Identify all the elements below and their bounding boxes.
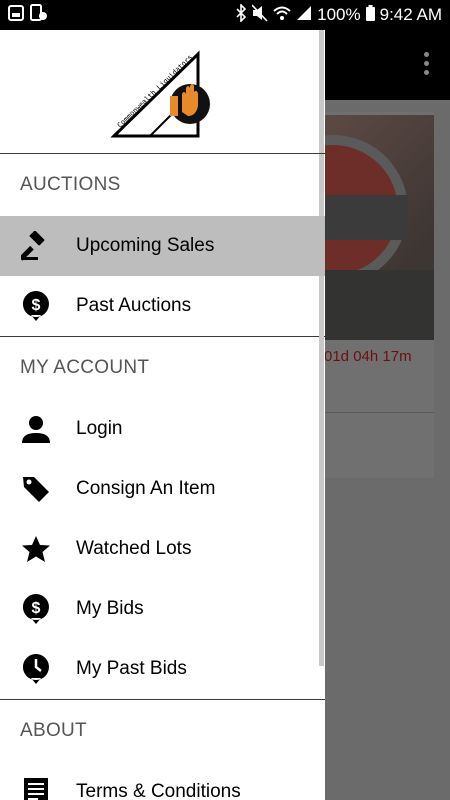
nav-item-label: Consign An Item bbox=[76, 478, 216, 499]
svg-text:$: $ bbox=[32, 600, 41, 617]
overflow-menu-icon[interactable] bbox=[424, 52, 430, 78]
navigation-drawer: Commonwealth Liquidators AUCTIONS Upcomi… bbox=[0, 30, 325, 800]
device-notification-icon bbox=[30, 4, 48, 26]
section-title-auctions: AUCTIONS bbox=[20, 174, 121, 195]
gavel-icon bbox=[20, 230, 52, 262]
nav-item-my-bids[interactable]: $ My Bids bbox=[0, 579, 325, 639]
nav-item-watched-lots[interactable]: Watched Lots bbox=[0, 519, 325, 579]
dollar-bubble-icon: $ bbox=[20, 290, 52, 322]
nav-item-upcoming-sales[interactable]: Upcoming Sales bbox=[0, 216, 325, 276]
nav-item-label: My Past Bids bbox=[76, 658, 187, 679]
gallery-notification-icon bbox=[8, 4, 24, 26]
nav-item-label: Watched Lots bbox=[76, 538, 192, 559]
nav-item-login[interactable]: Login bbox=[0, 399, 325, 459]
wifi-icon bbox=[273, 5, 291, 26]
battery-icon bbox=[365, 4, 375, 26]
star-icon bbox=[20, 533, 52, 565]
auction-photo bbox=[318, 115, 434, 340]
bluetooth-icon bbox=[235, 2, 247, 27]
battery-percent: 100% bbox=[317, 5, 361, 24]
section-about: ABOUT Terms & Conditions bbox=[0, 700, 325, 800]
nav-item-past-auctions[interactable]: $ Past Auctions bbox=[0, 276, 325, 336]
dollar-bubble-icon: $ bbox=[20, 593, 52, 625]
signal-icon bbox=[296, 5, 312, 26]
nav-item-consign[interactable]: Consign An Item bbox=[0, 459, 325, 519]
drawer-header: Commonwealth Liquidators bbox=[0, 30, 325, 154]
auction-card[interactable]: 01d 04h 17m bbox=[318, 112, 434, 413]
tag-icon bbox=[20, 473, 52, 505]
nav-item-label: Login bbox=[76, 418, 123, 439]
nav-item-label: My Bids bbox=[76, 598, 144, 619]
svg-text:$: $ bbox=[32, 297, 41, 314]
status-bar: 100% 9:42 AM bbox=[0, 0, 450, 30]
mute-icon bbox=[251, 3, 268, 27]
clock-bubble-icon bbox=[20, 653, 52, 685]
document-icon bbox=[20, 776, 52, 800]
section-my-account: MY ACCOUNT Login Consign An Item Watched… bbox=[0, 337, 325, 699]
section-title-about: ABOUT bbox=[20, 720, 87, 741]
auction-countdown: 01d 04h 17m bbox=[324, 348, 412, 365]
person-icon bbox=[20, 413, 52, 445]
section-title-my-account: MY ACCOUNT bbox=[20, 357, 150, 378]
company-logo: Commonwealth Liquidators bbox=[110, 44, 214, 140]
nav-item-my-past-bids[interactable]: My Past Bids bbox=[0, 639, 325, 699]
nav-item-terms[interactable]: Terms & Conditions bbox=[0, 762, 325, 800]
nav-item-label: Upcoming Sales bbox=[76, 235, 215, 256]
auction-card-footer[interactable] bbox=[318, 413, 434, 478]
clock-time: 9:42 AM bbox=[379, 5, 442, 24]
section-auctions: AUCTIONS Upcoming Sales $ Past Auctions bbox=[0, 154, 325, 336]
nav-item-label: Past Auctions bbox=[76, 295, 192, 316]
nav-item-label: Terms & Conditions bbox=[76, 781, 241, 800]
